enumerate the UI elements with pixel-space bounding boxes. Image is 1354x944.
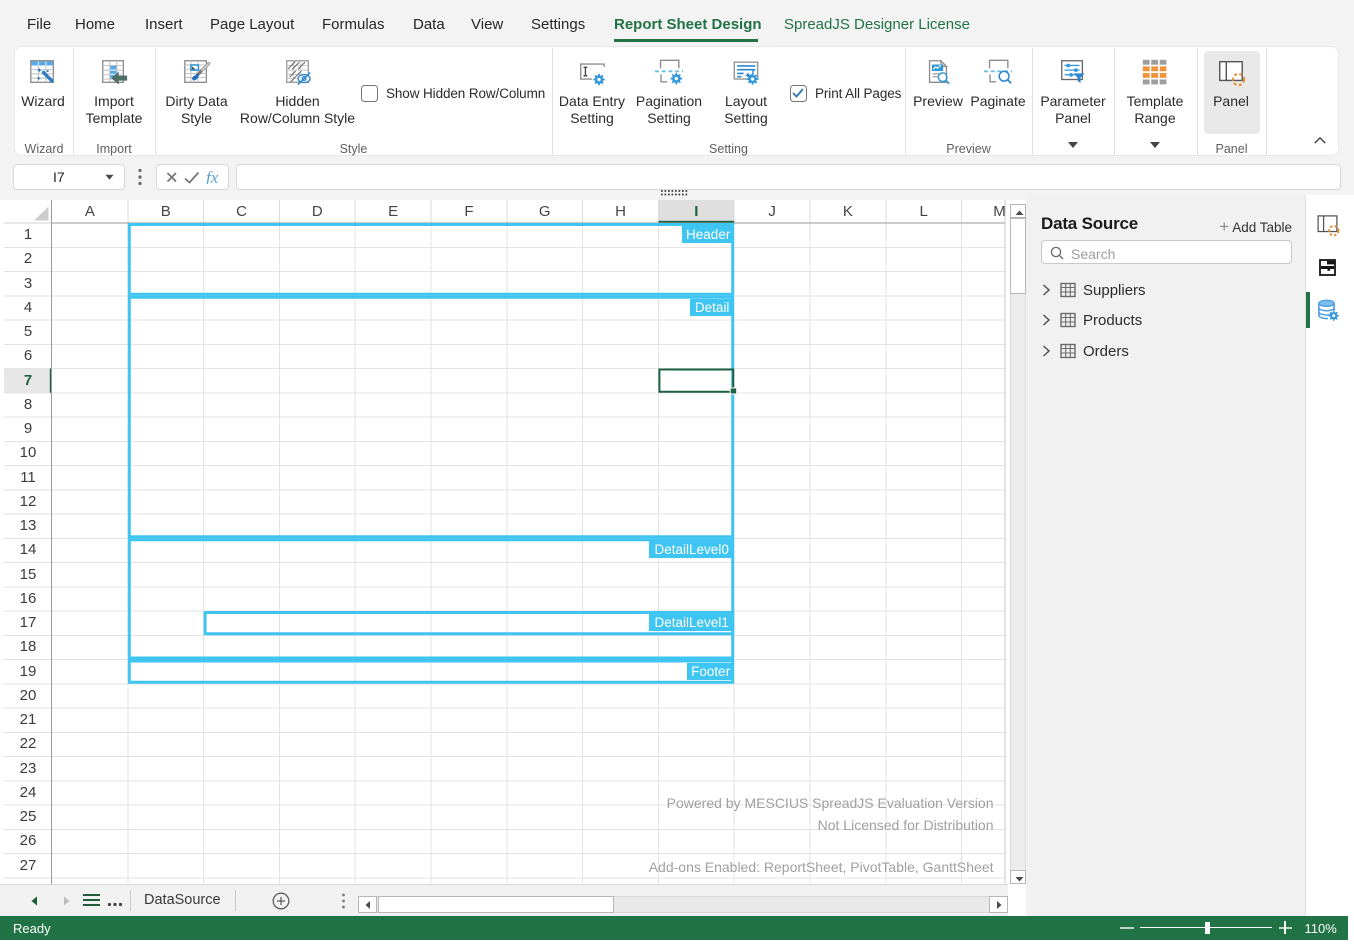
svg-text:fx: fx bbox=[206, 170, 219, 184]
